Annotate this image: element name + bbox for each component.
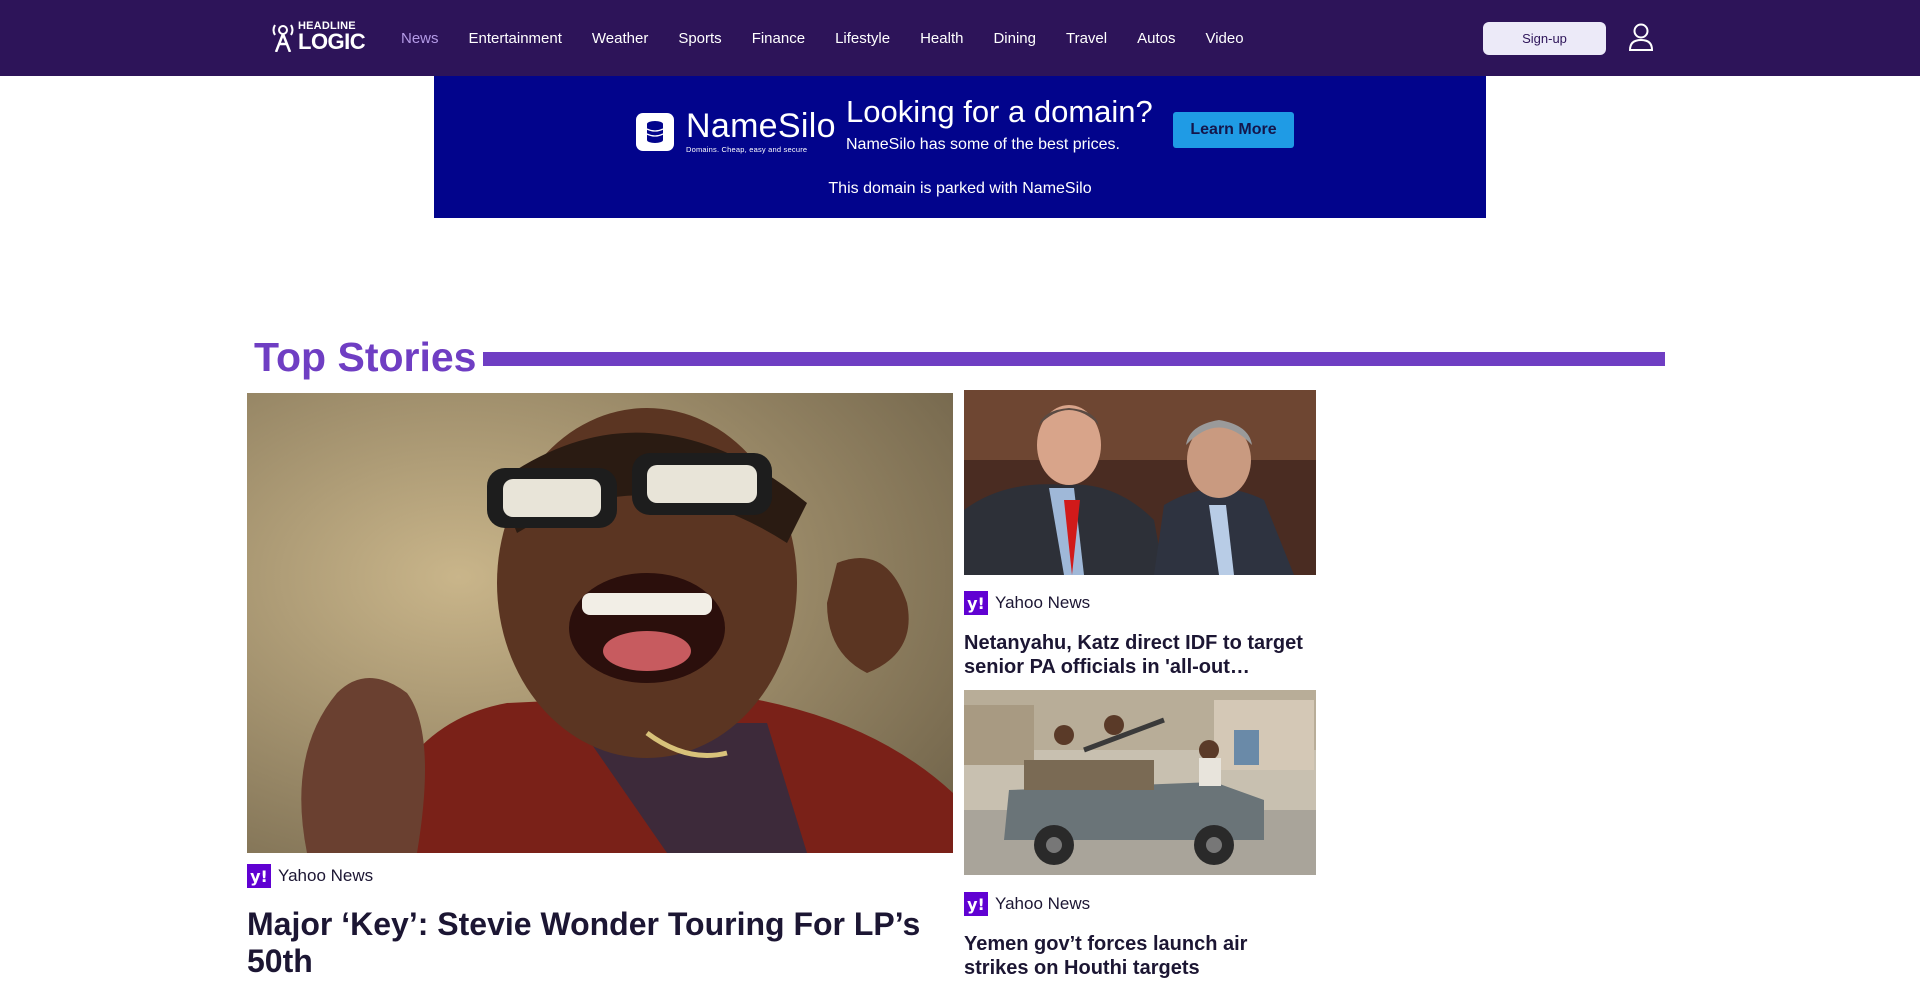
nav-health[interactable]: Health <box>920 30 963 47</box>
yahoo-logo-icon: y! <box>247 864 271 888</box>
top-navigation-bar: HEADLINE LOGIC News Entertainment Weathe… <box>0 0 1920 76</box>
namesilo-logo: NameSilo Domains. Cheap, easy and secure <box>636 109 836 154</box>
logo-line2: LOGIC <box>298 29 366 54</box>
main-story-headline[interactable]: Major ‘Key’: Stevie Wonder Touring For L… <box>247 906 947 980</box>
nav-weather[interactable]: Weather <box>592 30 648 47</box>
main-nav: News Entertainment Weather Sports Financ… <box>401 0 1274 76</box>
source-name: Yahoo News <box>995 894 1091 913</box>
namesilo-wordmark: NameSilo Domains. Cheap, easy and secure <box>686 109 836 154</box>
ad-headline: Looking for a domain? <box>846 94 1153 129</box>
nav-autos[interactable]: Autos <box>1137 30 1175 47</box>
side-story-2-image[interactable] <box>964 690 1316 875</box>
main-story-image[interactable] <box>247 393 953 853</box>
side-story-2-source[interactable]: y! Yahoo News <box>964 892 1090 916</box>
headline-logic-logo[interactable]: HEADLINE LOGIC <box>272 20 366 54</box>
database-icon <box>636 112 674 151</box>
section-divider <box>483 352 1665 366</box>
singer-photo <box>247 393 953 853</box>
yahoo-logo-icon: y! <box>964 892 988 916</box>
ad-footer-text: This domain is parked with NameSilo <box>828 180 1092 197</box>
signup-button[interactable]: Sign-up <box>1483 22 1606 55</box>
nav-travel[interactable]: Travel <box>1066 30 1107 47</box>
side-story-1-image[interactable] <box>964 390 1316 575</box>
source-name: Yahoo News <box>278 866 374 885</box>
learn-more-button[interactable]: Learn More <box>1173 112 1294 148</box>
officials-photo <box>964 390 1316 575</box>
ad-brand-name: NameSilo <box>686 107 836 145</box>
main-story-source[interactable]: y! Yahoo News <box>247 864 373 888</box>
side-story-1-headline[interactable]: Netanyahu, Katz direct IDF to target sen… <box>964 631 1314 679</box>
radio-tower-icon <box>272 24 294 52</box>
yahoo-logo-icon: y! <box>964 591 988 615</box>
logo-wordmark: HEADLINE LOGIC <box>298 21 366 54</box>
nav-finance[interactable]: Finance <box>752 30 805 47</box>
user-icon[interactable] <box>1628 23 1654 51</box>
source-name: Yahoo News <box>995 593 1091 612</box>
armed-truck-photo <box>964 690 1316 875</box>
namesilo-ad-banner[interactable]: NameSilo Domains. Cheap, easy and secure… <box>434 76 1486 218</box>
nav-entertainment[interactable]: Entertainment <box>469 30 562 47</box>
nav-news[interactable]: News <box>401 30 439 47</box>
ad-subtext: NameSilo has some of the best prices. <box>846 136 1120 153</box>
nav-lifestyle[interactable]: Lifestyle <box>835 30 890 47</box>
ad-brand-tagline: Domains. Cheap, easy and secure <box>686 145 808 154</box>
side-story-2-headline[interactable]: Yemen gov’t forces launch air strikes on… <box>964 932 1314 980</box>
nav-video[interactable]: Video <box>1205 30 1243 47</box>
top-stories-title: Top Stories <box>254 334 477 380</box>
nav-dining[interactable]: Dining <box>993 30 1036 47</box>
nav-sports[interactable]: Sports <box>678 30 721 47</box>
side-story-1-source[interactable]: y! Yahoo News <box>964 591 1090 615</box>
